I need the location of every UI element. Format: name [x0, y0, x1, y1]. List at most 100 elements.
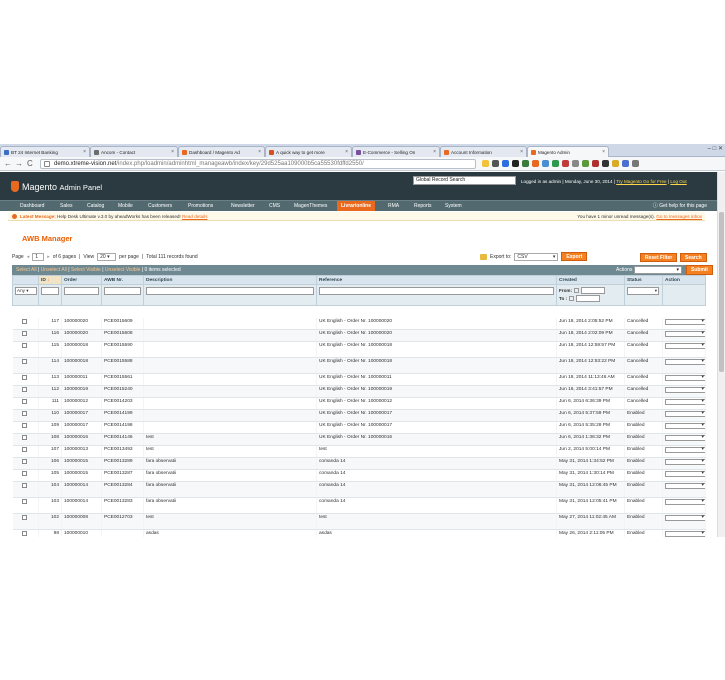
close-tab-icon[interactable]: ×: [433, 149, 436, 155]
filter-status-select[interactable]: ▾: [627, 287, 659, 295]
table-row[interactable]: 98 100000010 asdas asdas May 26, 2014 2:11:0…: [12, 529, 706, 537]
table-row[interactable]: 112 100000019 PCE0015240 UK English - Order…: [12, 385, 706, 398]
row-checkbox[interactable]: [21, 482, 27, 488]
table-row[interactable]: 116 100000020 PCE0015608 UK English - Order…: [12, 329, 706, 342]
col-header-description[interactable]: Description: [143, 275, 317, 285]
messages-inbox-link[interactable]: Go to messages inbox: [656, 214, 702, 219]
row-checkbox[interactable]: [21, 434, 27, 440]
close-tab-icon[interactable]: ×: [520, 149, 523, 155]
row-action-select[interactable]: [665, 358, 705, 365]
table-row[interactable]: 104 100000014 PCE0013284 fara observatii com…: [12, 481, 706, 498]
col-header-status[interactable]: Status: [624, 275, 663, 285]
table-row[interactable]: 102 100000008 PCE0012703 test test May 27, 20…: [12, 513, 706, 530]
nav-item-livrarionline[interactable]: Livrarionline: [337, 201, 376, 211]
row-action-select[interactable]: [665, 374, 705, 381]
close-tab-icon[interactable]: ×: [602, 149, 605, 155]
browser-extension-icon[interactable]: [582, 160, 589, 167]
row-checkbox[interactable]: [21, 318, 27, 324]
select-visible-link[interactable]: Select Visible: [71, 267, 101, 273]
prev-page-icon[interactable]: ◂: [27, 254, 30, 260]
row-checkbox[interactable]: [21, 358, 27, 364]
row-checkbox[interactable]: [21, 530, 27, 536]
browser-extension-icon[interactable]: [612, 160, 619, 167]
filter-id-input[interactable]: [41, 287, 59, 295]
next-page-icon[interactable]: ▸: [47, 254, 50, 260]
browser-extension-icon[interactable]: [562, 160, 569, 167]
close-tab-icon[interactable]: ×: [83, 149, 86, 155]
row-checkbox[interactable]: [21, 386, 27, 392]
browser-extension-icon[interactable]: [572, 160, 579, 167]
help-link[interactable]: ⓘ Get help for this page: [653, 201, 707, 211]
filter-select-any[interactable]: Any ▾: [15, 287, 37, 295]
export-button[interactable]: Export: [561, 252, 588, 261]
browser-extension-icon[interactable]: [532, 160, 539, 167]
table-row[interactable]: 115 100000018 PCE0015590 UK English - Order…: [12, 341, 706, 358]
table-row[interactable]: 109 100000017 PCE0014198 UK English - Order…: [12, 421, 706, 434]
table-row[interactable]: 111 100000012 PCE0014203 UK English - Order…: [12, 397, 706, 410]
page-input[interactable]: 1: [32, 253, 45, 261]
nav-item-promotions[interactable]: Promotions: [184, 201, 217, 211]
actions-select[interactable]: ▾: [634, 266, 682, 274]
submit-button[interactable]: Submit: [686, 265, 713, 275]
filter-created-to[interactable]: To :: [559, 295, 622, 302]
nav-item-system[interactable]: System: [441, 201, 466, 211]
nav-item-rma[interactable]: RMA: [384, 201, 403, 211]
nav-item-customers[interactable]: Customers: [144, 201, 176, 211]
table-row[interactable]: 110 100000017 PCE0014199 UK English - Order…: [12, 409, 706, 422]
filter-order-input[interactable]: [64, 287, 99, 295]
unselect-visible-link[interactable]: Unselect Visible: [105, 267, 140, 273]
filter-description-input[interactable]: [146, 287, 314, 295]
table-row[interactable]: 107 100000013 PCE0013493 test test Jun 2, 201…: [12, 445, 706, 458]
logout-link[interactable]: Log Out: [670, 179, 686, 184]
row-action-select[interactable]: [665, 434, 705, 441]
browser-extension-icon[interactable]: [632, 160, 639, 167]
row-action-select[interactable]: [665, 342, 705, 349]
row-action-select[interactable]: [665, 422, 705, 429]
row-checkbox[interactable]: [21, 470, 27, 476]
nav-item-cms[interactable]: CMS: [265, 201, 284, 211]
row-action-select[interactable]: [665, 470, 705, 477]
row-action-select[interactable]: [665, 458, 705, 465]
reset-filter-button[interactable]: Reset Filter: [640, 253, 678, 262]
magento-logo[interactable]: Magento Admin Panel: [11, 181, 102, 192]
row-action-select[interactable]: [665, 330, 705, 337]
page-scrollbar[interactable]: [717, 172, 725, 537]
row-action-select[interactable]: [665, 410, 705, 417]
nav-item-catalog[interactable]: Catalog: [83, 201, 108, 211]
browser-extension-icon[interactable]: [542, 160, 549, 167]
window-controls[interactable]: – □ ✕: [708, 145, 723, 152]
col-header-order[interactable]: Order: [61, 275, 102, 285]
per-page-select[interactable]: 20 ▾: [97, 253, 117, 261]
browser-extension-icon[interactable]: [552, 160, 559, 167]
browser-tab[interactable]: Ancom - Contact ×: [90, 146, 178, 157]
row-checkbox[interactable]: [21, 330, 27, 336]
row-action-select[interactable]: [665, 482, 705, 489]
row-checkbox[interactable]: [21, 410, 27, 416]
search-button[interactable]: Search: [680, 253, 707, 262]
browser-tab[interactable]: A quick way to get more ×: [265, 146, 352, 157]
row-checkbox[interactable]: [21, 446, 27, 452]
unselect-all-link[interactable]: Unselect All: [41, 267, 67, 273]
reload-icon[interactable]: C: [27, 159, 33, 169]
col-header-reference[interactable]: Reference: [316, 275, 557, 285]
row-checkbox[interactable]: [21, 458, 27, 464]
row-checkbox[interactable]: [21, 374, 27, 380]
back-icon[interactable]: ←: [4, 159, 12, 169]
browser-extension-icon[interactable]: [502, 160, 509, 167]
row-checkbox[interactable]: [21, 398, 27, 404]
table-row[interactable]: 106 100000015 PCE0013289 fara observatii com…: [12, 457, 706, 470]
url-input[interactable]: demo.xtreme-vision.net/index.php/loadmin…: [40, 159, 476, 169]
col-header-awb[interactable]: AWB Nr.: [101, 275, 144, 285]
browser-extension-icon[interactable]: [622, 160, 629, 167]
export-format-select[interactable]: CSV ▾: [514, 252, 559, 261]
filter-reference-input[interactable]: [319, 287, 554, 295]
nav-item-magenthemes[interactable]: MagenThemes: [290, 201, 331, 211]
row-action-select[interactable]: [665, 318, 705, 325]
col-header-created[interactable]: Created: [556, 275, 625, 285]
nav-item-reports[interactable]: Reports: [410, 201, 436, 211]
browser-extension-icon[interactable]: [522, 160, 529, 167]
read-details-link[interactable]: Read details: [182, 214, 208, 219]
col-header-id[interactable]: ID ↓: [38, 275, 62, 285]
table-row[interactable]: 103 100000014 PCE0013283 fara observatii com…: [12, 497, 706, 514]
row-checkbox[interactable]: [21, 514, 27, 520]
